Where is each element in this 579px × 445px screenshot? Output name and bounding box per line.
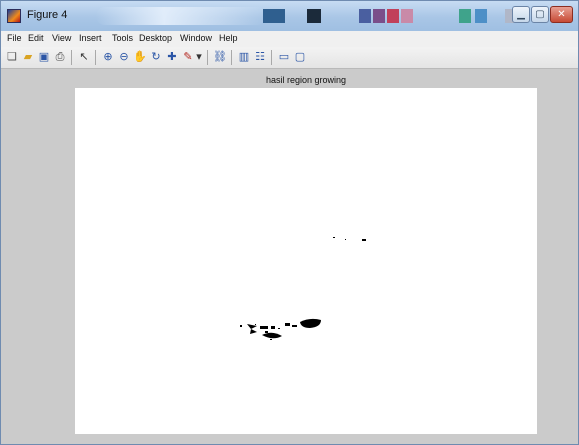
close-icon: ✕ (557, 9, 566, 20)
minimize-button[interactable]: ▁ (512, 6, 530, 23)
menu-edit[interactable]: Edit (28, 33, 44, 43)
figure-window: Figure 4 ▁ ▢ ✕ File Edit View Insert Too… (0, 0, 579, 445)
figure-toolbar: ❏ ▰ ▣ ⎙ ↖ ⊕ ⊖ ✋ ↻ ✚ ✎ ▾ ⛓ ▥ ☷ ▭ ▢ (1, 47, 578, 69)
image-background (75, 88, 537, 434)
pan-hand-icon[interactable]: ✋ (133, 50, 147, 64)
menu-insert[interactable]: Insert (79, 33, 102, 43)
toolbar-separator (231, 50, 232, 65)
title-bar-swatch (359, 9, 371, 23)
figure-canvas: hasil region growing (1, 69, 578, 444)
toolbar-separator (95, 50, 96, 65)
toolbar-separator (271, 50, 272, 65)
open-file-icon[interactable]: ▰ (21, 50, 35, 64)
minimize-icon: ▁ (517, 9, 525, 20)
window-controls: ▁ ▢ ✕ (512, 6, 574, 24)
hide-plot-tools-icon[interactable]: ▭ (277, 50, 291, 64)
image-axes[interactable] (75, 88, 537, 434)
toolbar-separator (207, 50, 208, 65)
insert-colorbar-icon[interactable]: ▥ (237, 50, 251, 64)
title-bar-swatch (387, 9, 399, 23)
show-plot-tools-icon[interactable]: ▢ (293, 50, 307, 64)
title-bar-swatch (475, 9, 487, 23)
menu-window[interactable]: Window (180, 33, 212, 43)
matlab-logo-icon (7, 9, 21, 23)
link-plot-icon[interactable]: ⛓ (213, 50, 227, 64)
new-figure-icon[interactable]: ❏ (5, 50, 19, 64)
toolbar-separator (71, 50, 72, 65)
save-icon[interactable]: ▣ (37, 50, 51, 64)
close-button[interactable]: ✕ (550, 6, 573, 23)
title-bar-swatch (459, 9, 471, 23)
maximize-icon: ▢ (535, 9, 545, 20)
menu-tools[interactable]: Tools (112, 33, 133, 43)
insert-legend-icon[interactable]: ☷ (253, 50, 267, 64)
menu-desktop[interactable]: Desktop (139, 33, 172, 43)
title-bar-swatch (307, 9, 321, 23)
title-bar-blur (96, 7, 266, 25)
binary-image (75, 88, 537, 434)
maximize-button[interactable]: ▢ (531, 6, 549, 23)
zoom-out-icon[interactable]: ⊖ (117, 50, 131, 64)
brush-dropdown-icon[interactable]: ▾ (195, 50, 203, 64)
title-bar-swatch (373, 9, 385, 23)
brush-icon[interactable]: ✎ (181, 50, 195, 64)
menu-bar: File Edit View Insert Tools Desktop Wind… (1, 31, 578, 47)
title-bar-swatch (401, 9, 413, 23)
edit-plot-arrow-icon[interactable]: ↖ (77, 50, 91, 64)
data-cursor-icon[interactable]: ✚ (165, 50, 179, 64)
window-title: Figure 4 (27, 9, 68, 21)
menu-file[interactable]: File (7, 33, 22, 43)
title-bar[interactable]: Figure 4 ▁ ▢ ✕ (1, 1, 578, 31)
title-bar-swatch (263, 9, 285, 23)
axes-title: hasil region growing (265, 75, 347, 85)
rotate-3d-icon[interactable]: ↻ (149, 50, 163, 64)
zoom-in-icon[interactable]: ⊕ (101, 50, 115, 64)
print-icon[interactable]: ⎙ (53, 50, 67, 64)
menu-view[interactable]: View (52, 33, 71, 43)
menu-help[interactable]: Help (219, 33, 238, 43)
